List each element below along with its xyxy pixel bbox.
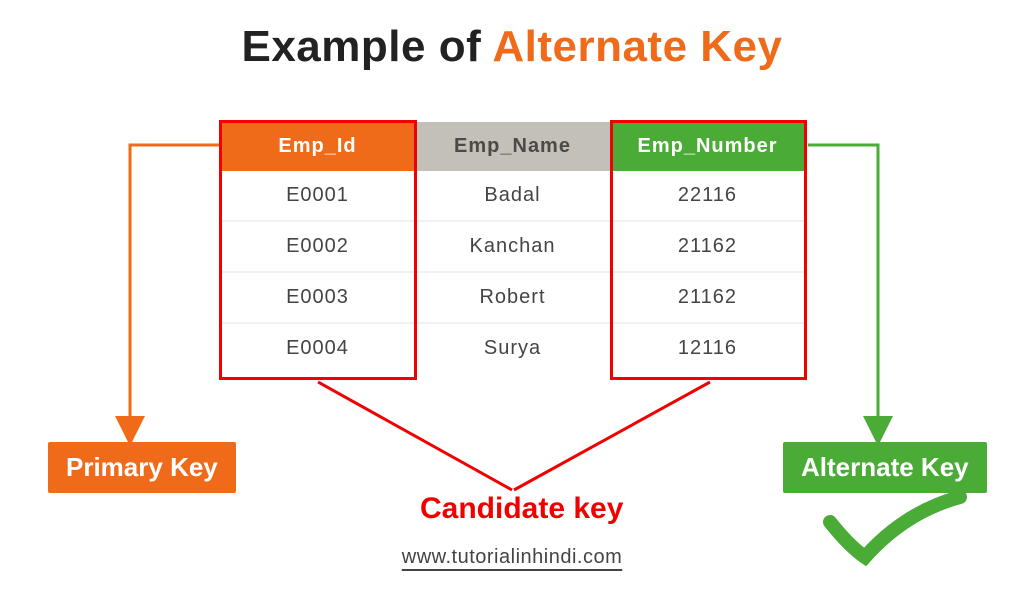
page-title: Example of Alternate Key	[0, 22, 1024, 72]
primary-key-badge: Primary Key	[48, 442, 236, 493]
header-emp-id: Emp_Id	[220, 122, 415, 171]
candidate-key-label: Candidate key	[420, 492, 623, 526]
table-row: E0004 Surya 12116	[220, 323, 805, 373]
table-row: E0001 Badal 22116	[220, 171, 805, 221]
cell-emp-id: E0004	[220, 323, 415, 373]
cell-emp-id: E0002	[220, 221, 415, 272]
table-row: E0002 Kanchan 21162	[220, 221, 805, 272]
header-emp-name: Emp_Name	[415, 122, 610, 171]
cell-emp-name: Robert	[415, 272, 610, 323]
cell-emp-number: 12116	[610, 323, 805, 373]
title-part2: Alternate Key	[492, 22, 782, 71]
cell-emp-id: E0003	[220, 272, 415, 323]
candidate-line-left	[318, 382, 512, 490]
table-row: E0003 Robert 21162	[220, 272, 805, 323]
candidate-line-right	[514, 382, 710, 490]
checkmark-icon	[830, 497, 960, 557]
cell-emp-number: 22116	[610, 171, 805, 221]
primary-key-arrow	[130, 145, 219, 434]
cell-emp-name: Kanchan	[415, 221, 610, 272]
footer-url: www.tutorialinhindi.com	[402, 546, 622, 569]
header-emp-number: Emp_Number	[610, 122, 805, 171]
alternate-key-badge: Alternate Key	[783, 442, 987, 493]
cell-emp-id: E0001	[220, 171, 415, 221]
alternate-key-arrow	[808, 145, 878, 434]
employee-table: Emp_Id Emp_Name Emp_Number E0001 Badal 2…	[220, 122, 805, 373]
cell-emp-number: 21162	[610, 221, 805, 272]
cell-emp-number: 21162	[610, 272, 805, 323]
cell-emp-name: Badal	[415, 171, 610, 221]
cell-emp-name: Surya	[415, 323, 610, 373]
title-part1: Example of	[241, 22, 492, 71]
